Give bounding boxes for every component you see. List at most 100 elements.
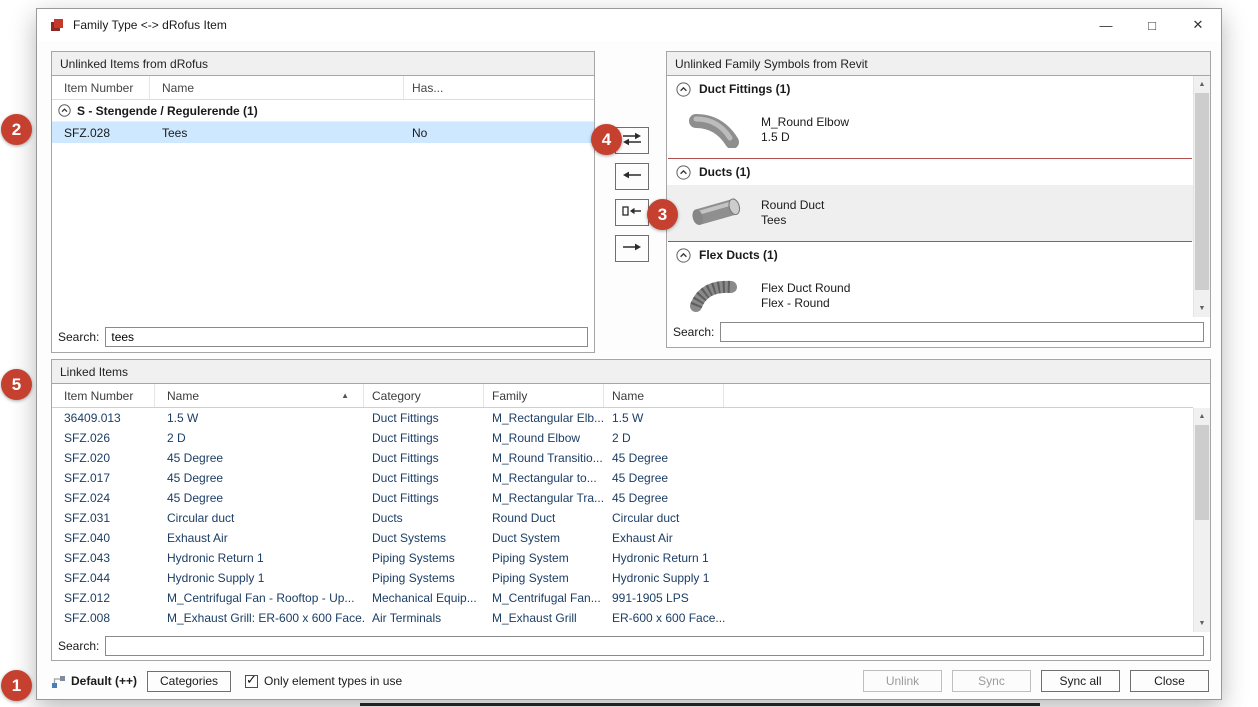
drofus-group-row[interactable]: S - Stengende / Regulerende (1): [52, 100, 594, 122]
table-row[interactable]: SFZ.024 45 Degree Duct Fittings M_Rectan…: [52, 488, 1193, 508]
unlinked-drofus-search: Search:: [58, 326, 588, 348]
cell-family: M_Centrifugal Fan...: [484, 591, 604, 605]
callout-1: 1: [1, 670, 32, 701]
swap-arrows-icon: [621, 131, 643, 150]
column-header-category[interactable]: Category: [364, 384, 484, 407]
profile-label: Default (++): [71, 674, 137, 688]
collapse-chevron-icon[interactable]: [676, 165, 691, 180]
scroll-down-icon[interactable]: ▼: [1194, 300, 1210, 317]
cell-item-number: SFZ.044: [52, 571, 155, 585]
minimize-button[interactable]: —: [1083, 9, 1129, 41]
close-button[interactable]: ✕: [1175, 9, 1221, 41]
unlinked-drofus-search-input[interactable]: [105, 327, 588, 347]
revit-group-flex-ducts[interactable]: Flex Ducts (1): [667, 242, 1193, 268]
linked-items-scrollbar[interactable]: ▲ ▼: [1193, 408, 1210, 632]
cell-family: M_Round Elbow: [484, 431, 604, 445]
scroll-up-icon[interactable]: ▲: [1194, 408, 1210, 425]
column-header-name-sorted[interactable]: Name ▲: [155, 384, 364, 407]
cell-family: M_Rectangular Tra...: [484, 491, 604, 505]
collapse-chevron-icon[interactable]: [676, 82, 691, 97]
table-row[interactable]: SFZ.017 45 Degree Duct Fittings M_Rectan…: [52, 468, 1193, 488]
cell-type-name: 45 Degree: [604, 491, 1193, 505]
window-controls: — □ ✕: [1083, 9, 1221, 41]
table-row[interactable]: SFZ.044 Hydronic Supply 1 Piping Systems…: [52, 568, 1193, 588]
revit-group-ducts[interactable]: Ducts (1): [667, 159, 1193, 185]
column-header-type-name[interactable]: Name: [604, 384, 724, 407]
cell-family: Round Duct: [484, 511, 604, 525]
table-row[interactable]: SFZ.040 Exhaust Air Duct Systems Duct Sy…: [52, 528, 1193, 548]
cell-category: Duct Fittings: [364, 411, 484, 425]
callout-4: 4: [591, 124, 622, 155]
revit-symbol-item[interactable]: Flex Duct Round Flex - Round: [667, 268, 1193, 317]
cell-name: Tees: [150, 126, 404, 140]
linked-items-search-input[interactable]: [105, 636, 1204, 656]
revit-symbol-item[interactable]: M_Round Elbow 1.5 D: [667, 102, 1193, 158]
cell-category: Piping Systems: [364, 551, 484, 565]
collapse-chevron-icon[interactable]: [676, 248, 691, 263]
table-row[interactable]: SFZ.031 Circular duct Ducts Round Duct C…: [52, 508, 1193, 528]
background-window-edge: [360, 703, 1040, 706]
revit-symbol-item[interactable]: Round Duct Tees: [667, 185, 1193, 241]
cell-family: M_Rectangular to...: [484, 471, 604, 485]
sync-all-button[interactable]: Sync all: [1041, 670, 1120, 692]
table-row[interactable]: 36409.013 1.5 W Duct Fittings M_Rectangu…: [52, 408, 1193, 428]
cell-item-number: SFZ.043: [52, 551, 155, 565]
categories-button[interactable]: Categories: [147, 671, 231, 692]
column-header-item-number[interactable]: Item Number: [52, 384, 155, 407]
table-row[interactable]: SFZ.026 2 D Duct Fittings M_Round Elbow …: [52, 428, 1193, 448]
scrollbar-thumb[interactable]: [1195, 425, 1209, 520]
cell-type-name: 45 Degree: [604, 451, 1193, 465]
sync-button[interactable]: Sync: [952, 670, 1031, 692]
revit-group-duct-fittings[interactable]: Duct Fittings (1): [667, 76, 1193, 102]
cell-category: Duct Fittings: [364, 431, 484, 445]
only-element-types-checkbox[interactable]: ✓: [245, 675, 258, 688]
table-row[interactable]: SFZ.008 M_Exhaust Grill: ER-600 x 600 Fa…: [52, 608, 1193, 628]
scroll-up-icon[interactable]: ▲: [1194, 76, 1210, 93]
column-header-has[interactable]: Has...: [404, 76, 594, 99]
screenshot-root: Family Type <-> dRofus Item — □ ✕ Unlink…: [0, 0, 1258, 707]
cell-item-number: SFZ.031: [52, 511, 155, 525]
cell-name: Hydronic Supply 1: [155, 571, 364, 585]
flex-duct-image: [689, 276, 743, 317]
unlinked-revit-search: Search:: [673, 321, 1204, 343]
column-header-name[interactable]: Name: [150, 76, 404, 99]
search-label: Search:: [58, 330, 99, 344]
unlinked-revit-search-input[interactable]: [720, 322, 1204, 342]
link-left-new-item-button[interactable]: [615, 199, 649, 226]
table-row-selected[interactable]: SFZ.028 Tees No: [52, 122, 594, 143]
titlebar: Family Type <-> dRofus Item — □ ✕: [37, 9, 1221, 41]
callout-3: 3: [647, 199, 678, 230]
cell-name: M_Centrifugal Fan - Rooftop - Up...: [155, 591, 364, 605]
link-left-button[interactable]: [615, 163, 649, 190]
cell-item-number: SFZ.012: [52, 591, 155, 605]
table-row[interactable]: SFZ.020 45 Degree Duct Fittings M_Round …: [52, 448, 1193, 468]
column-header-family[interactable]: Family: [484, 384, 604, 407]
symbol-type: Flex - Round: [761, 296, 850, 311]
cell-category: Ducts: [364, 511, 484, 525]
revit-symbol-text: Flex Duct Round Flex - Round: [761, 281, 850, 311]
unlink-button[interactable]: Unlink: [863, 670, 942, 692]
scroll-down-icon[interactable]: ▼: [1194, 615, 1210, 632]
table-row[interactable]: SFZ.043 Hydronic Return 1 Piping Systems…: [52, 548, 1193, 568]
checkbox-label[interactable]: Only element types in use: [264, 674, 402, 688]
window-title: Family Type <-> dRofus Item: [73, 18, 227, 32]
cell-type-name: 1.5 W: [604, 411, 1193, 425]
cell-category: Piping Systems: [364, 571, 484, 585]
app-icon: [49, 17, 65, 33]
box-arrow-left-icon: [621, 203, 643, 222]
column-header-item-number[interactable]: Item Number: [52, 76, 150, 99]
maximize-button[interactable]: □: [1129, 9, 1175, 41]
scrollbar-thumb[interactable]: [1195, 93, 1209, 290]
collapse-chevron-icon[interactable]: [58, 104, 71, 117]
revit-group-label: Duct Fittings (1): [699, 82, 790, 96]
cell-item-number: SFZ.040: [52, 531, 155, 545]
linked-items-column-headers: Item Number Name ▲ Category Family Name: [52, 384, 1193, 408]
column-header-label: Name: [167, 389, 199, 403]
unlinked-drofus-header: Unlinked Items from dRofus: [52, 52, 594, 76]
table-row[interactable]: SFZ.012 M_Centrifugal Fan - Rooftop - Up…: [52, 588, 1193, 608]
link-right-button[interactable]: [615, 235, 649, 262]
close-dialog-button[interactable]: Close: [1130, 670, 1209, 692]
cell-family: M_Round Transitio...: [484, 451, 604, 465]
revit-list-scrollbar[interactable]: ▲ ▼: [1193, 76, 1210, 317]
drofus-group-label: S - Stengende / Regulerende (1): [77, 104, 258, 118]
